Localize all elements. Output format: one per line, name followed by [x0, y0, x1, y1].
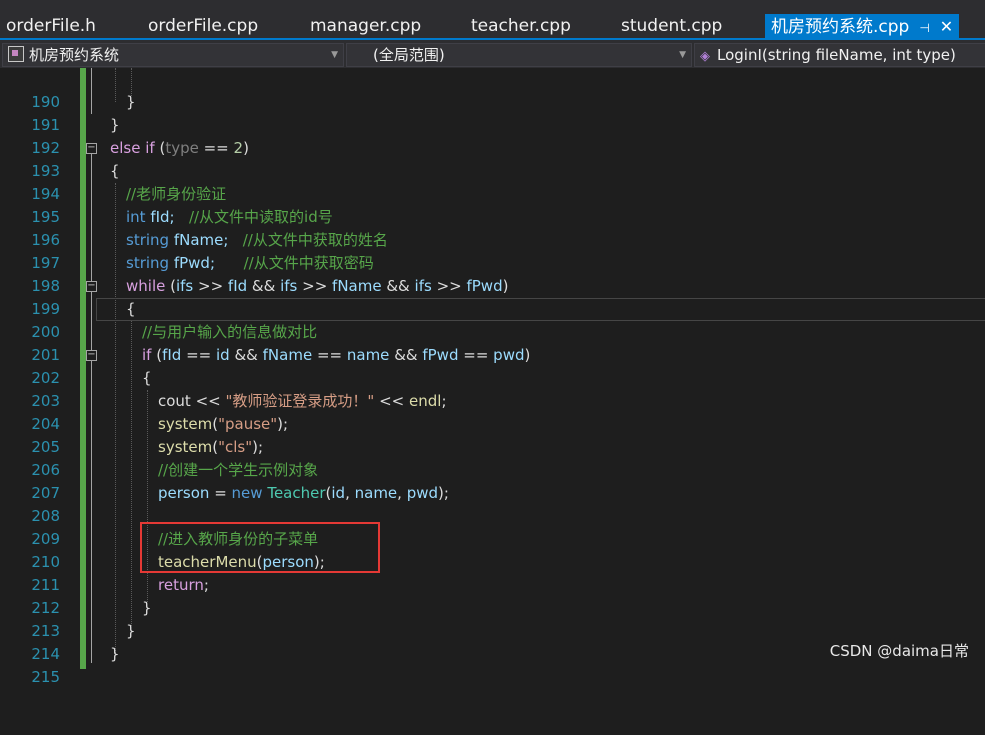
tab-manager-cpp[interactable]: manager.cpp: [310, 12, 421, 40]
code-text: return;: [158, 576, 209, 594]
code-line: 191 }: [0, 91, 985, 134]
code-line: 197 string fName; //从文件中获取的姓名: [0, 229, 985, 272]
tab-teacher-cpp[interactable]: teacher.cpp: [471, 12, 571, 40]
code-line: 202 if (fId == id && fName == name && fP…: [0, 344, 985, 387]
tab-label: orderFile.h: [6, 16, 96, 36]
tab-main-cpp-active[interactable]: 机房预约系统.cpp ⊣ ✕: [765, 14, 960, 40]
code-text: {: [110, 162, 120, 180]
code-text: string fName; //从文件中获取的姓名: [126, 231, 388, 249]
code-line: 195 //老师身份验证: [0, 183, 985, 226]
method-cube-icon: ◈: [700, 49, 710, 64]
code-text: }: [110, 645, 120, 663]
tab-label: teacher.cpp: [471, 16, 571, 36]
code-line: 196 int fId; //从文件中读取的id号: [0, 206, 985, 249]
function-signature: LoginI(string fileName, int type): [717, 46, 956, 64]
project-icon: [8, 46, 24, 62]
code-comment: //老师身份验证: [126, 185, 227, 203]
chevron-down-icon: ▼: [331, 50, 338, 60]
tab-bar: orderFile.h orderFile.cpp manager.cpp te…: [0, 0, 985, 40]
code-text: {: [126, 300, 136, 318]
code-text: }: [126, 622, 136, 640]
tab-student-cpp[interactable]: student.cpp: [621, 12, 722, 40]
code-comment: //与用户输入的信息做对比: [142, 323, 318, 341]
tab-label: manager.cpp: [310, 16, 422, 36]
code-line: 192 }: [0, 114, 985, 157]
tab-orderfile-h[interactable]: orderFile.h: [6, 12, 96, 40]
csdn-watermark: CSDN @daima日常: [829, 642, 969, 660]
function-dropdown[interactable]: ◈ LoginI(string fileName, int type): [694, 43, 985, 67]
code-line: 203 {: [0, 367, 985, 410]
tab-label: orderFile.cpp: [148, 16, 259, 36]
code-line: 208 person = new Teacher(id, name, pwd);: [0, 482, 985, 525]
code-text: }: [126, 93, 136, 111]
code-text: }: [142, 599, 152, 617]
code-line: 212 return;: [0, 574, 985, 617]
code-text: int fId; //从文件中读取的id号: [126, 208, 333, 226]
red-annotation-box: [140, 522, 380, 573]
code-editor[interactable]: − − − 190 191 } 192 } 193 else if (type …: [0, 68, 985, 686]
code-comment: //创建一个学生示例对象: [158, 461, 319, 479]
code-line: 198 string fPwd; //从文件中获取密码: [0, 252, 985, 295]
pin-icon[interactable]: ⊣: [919, 21, 929, 35]
code-line: 201 //与用户输入的信息做对比: [0, 321, 985, 364]
code-line: 194 {: [0, 160, 985, 203]
code-line: 199 while (ifs >> fId && ifs >> fName &&…: [0, 275, 985, 318]
code-line: 190: [0, 68, 985, 111]
code-text: if (fId == id && fName == name && fPwd =…: [142, 346, 531, 364]
code-text: cout << "教师验证登录成功！" << endl;: [158, 392, 447, 410]
close-icon[interactable]: ✕: [940, 17, 953, 36]
project-name: 机房预约系统: [29, 46, 120, 64]
tab-label: 机房预约系统.cpp: [771, 17, 910, 37]
scope-value: (全局范围): [373, 46, 445, 64]
navigation-bar: 机房预约系统 ▼ (全局范围) ▼ ◈ LoginI(string fileNam…: [0, 40, 985, 68]
code-text: string fPwd; //从文件中获取密码: [126, 254, 374, 272]
code-text: }: [110, 116, 120, 134]
code-line: 205 system("pause");: [0, 413, 985, 456]
line-number: 215: [31, 668, 60, 686]
code-line: 206 system("cls");: [0, 436, 985, 479]
code-text: while (ifs >> fId && ifs >> fName && ifs…: [126, 277, 509, 295]
code-line: 207 //创建一个学生示例对象: [0, 459, 985, 502]
code-line: 193 else if (type == 2): [0, 137, 985, 180]
code-text: person = new Teacher(id, name, pwd);: [158, 484, 449, 502]
code-line: 204 cout << "教师验证登录成功！" << endl;: [0, 390, 985, 433]
code-text: system("cls");: [158, 438, 264, 456]
code-text: else if (type == 2): [110, 139, 249, 157]
code-line: 213 }: [0, 597, 985, 640]
code-line: 200 {: [0, 298, 985, 341]
chevron-down-icon: ▼: [679, 50, 686, 60]
tab-orderfile-cpp[interactable]: orderFile.cpp: [148, 12, 258, 40]
code-text: {: [142, 369, 152, 387]
code-text: system("pause");: [158, 415, 289, 433]
scope-dropdown[interactable]: (全局范围) ▼: [346, 43, 692, 67]
project-dropdown[interactable]: 机房预约系统 ▼: [2, 43, 344, 67]
tab-label: student.cpp: [621, 16, 723, 36]
